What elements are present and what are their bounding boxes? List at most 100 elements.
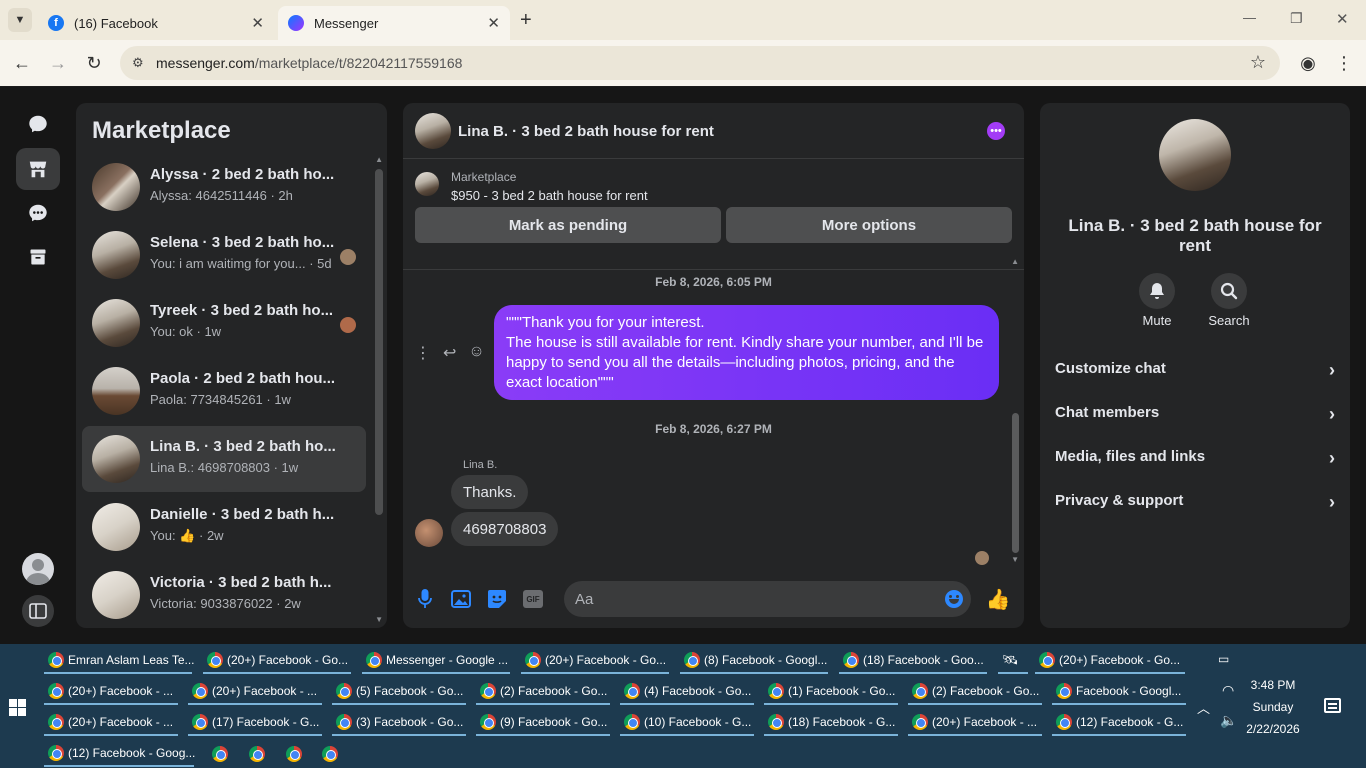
taskbar-app[interactable] bbox=[318, 741, 342, 767]
taskbar-app[interactable] bbox=[208, 741, 232, 767]
conversation-item[interactable]: Alyssa · 2 bed 2 bath ho... Alyssa: 4642… bbox=[82, 154, 366, 220]
sent-message-bubble[interactable]: """Thank you for your interest. The hous… bbox=[494, 305, 999, 400]
received-message-bubble[interactable]: Thanks. bbox=[451, 475, 529, 509]
conversation-item[interactable]: Paola · 2 bed 2 bath hou... Paola: 77348… bbox=[82, 358, 366, 424]
photo-icon[interactable] bbox=[450, 588, 472, 610]
chat-title[interactable]: Lina B. · 3 bed 2 bath house for rent bbox=[458, 123, 714, 140]
taskbar-app[interactable] bbox=[282, 741, 306, 767]
marketplace-icon[interactable] bbox=[16, 148, 60, 190]
chat-members-row[interactable]: Chat members › bbox=[1055, 404, 1335, 428]
taskbar-window[interactable]: (20+) Facebook - Go... bbox=[1035, 648, 1185, 674]
thumbs-up-icon[interactable]: 👍 bbox=[986, 588, 1011, 611]
sticker-icon[interactable] bbox=[486, 588, 508, 610]
volume-icon[interactable]: 🔈 bbox=[1220, 712, 1237, 729]
taskbar-window[interactable]: Emran Aslam Leas Te... bbox=[44, 648, 195, 674]
windows-start-icon[interactable] bbox=[9, 699, 26, 716]
close-window-button[interactable]: ✕ bbox=[1336, 10, 1349, 28]
taskbar-window[interactable]: (20+) Facebook - ... bbox=[908, 710, 1042, 736]
taskbar-window[interactable]: (20+) Facebook - ... bbox=[44, 679, 178, 705]
taskbar-window[interactable]: (2) Facebook - Go... bbox=[476, 679, 610, 705]
tab-facebook[interactable]: f (16) Facebook ✕ bbox=[38, 6, 274, 40]
profile-photo[interactable] bbox=[1159, 119, 1231, 191]
taskbar-window[interactable]: (3) Facebook - Go... bbox=[332, 710, 466, 736]
taskbar-window[interactable]: (20+) Facebook - Go... bbox=[203, 648, 351, 674]
more-dots-icon[interactable]: ⋮ bbox=[415, 343, 431, 363]
taskbar-window[interactable]: (17) Facebook - G... bbox=[188, 710, 322, 736]
wifi-icon[interactable]: ◠ bbox=[1222, 682, 1234, 699]
chat-panel: Lina B. · 3 bed 2 bath house for rent ••… bbox=[403, 103, 1024, 628]
back-arrow-icon[interactable]: ← bbox=[9, 50, 35, 76]
taskbar-window[interactable]: (9) Facebook - Go... bbox=[476, 710, 610, 736]
more-options-button[interactable]: More options bbox=[726, 207, 1012, 243]
system-clock[interactable]: 3:48 PM Sunday 2/22/2026 bbox=[1243, 674, 1303, 740]
scroll-up-arrow-icon[interactable]: ▲ bbox=[375, 155, 383, 164]
taskbar-window[interactable]: (18) Facebook - Goo... bbox=[839, 648, 987, 674]
search-icon[interactable] bbox=[1211, 273, 1247, 309]
scroll-up-arrow-icon[interactable]: ▲ bbox=[1011, 257, 1019, 266]
privacy-support-row[interactable]: Privacy & support › bbox=[1055, 492, 1335, 516]
scroll-down-arrow-icon[interactable]: ▼ bbox=[375, 615, 383, 624]
taskbar-window[interactable]: (2) Facebook - Go... bbox=[908, 679, 1042, 705]
close-icon[interactable]: ✕ bbox=[251, 14, 264, 32]
listing-thumbnail[interactable] bbox=[415, 172, 439, 196]
conversation-item[interactable]: Selena · 3 bed 2 bath ho... You: i am wa… bbox=[82, 222, 366, 288]
taskbar-window[interactable]: Messenger - Google ... bbox=[362, 648, 510, 674]
reload-icon[interactable]: ↻ bbox=[81, 50, 107, 76]
chats-icon[interactable] bbox=[16, 103, 60, 145]
message-requests-icon[interactable] bbox=[16, 192, 60, 234]
notifications-icon[interactable] bbox=[1324, 698, 1341, 713]
taskbar-window[interactable]: (20+) Facebook - ... bbox=[44, 710, 178, 736]
gif-icon[interactable]: GIF bbox=[522, 588, 544, 610]
taskbar-window[interactable]: (12) Facebook - Goog... bbox=[44, 741, 195, 767]
show-hidden-icons-chevron-up-icon[interactable]: ︿ bbox=[1197, 698, 1210, 717]
taskbar-window[interactable]: (20+) Facebook - Go... bbox=[521, 648, 669, 674]
battery-icon[interactable]: ▭ bbox=[1218, 652, 1229, 666]
listing-title[interactable]: $950 - 3 bed 2 bath house for rent bbox=[451, 188, 648, 203]
conversation-list-scrollbar[interactable] bbox=[375, 169, 383, 515]
received-message-bubble[interactable]: 4698708803 bbox=[451, 512, 559, 546]
reply-icon[interactable]: ↩ bbox=[443, 343, 456, 363]
taskbar-window[interactable]: (12) Facebook - G... bbox=[1052, 710, 1186, 736]
user-avatar-icon[interactable] bbox=[16, 548, 60, 590]
mark-as-pending-button[interactable]: Mark as pending bbox=[415, 207, 721, 243]
archive-icon[interactable] bbox=[16, 236, 60, 278]
tab-messenger[interactable]: Messenger ✕ bbox=[278, 6, 510, 40]
react-emoji-icon[interactable]: ☺ bbox=[468, 343, 484, 363]
restore-button[interactable]: ❐ bbox=[1290, 10, 1303, 27]
tab-search-button[interactable]: ▼ bbox=[8, 8, 32, 32]
profile-icon[interactable]: ◉ bbox=[1295, 50, 1321, 76]
customize-chat-row[interactable]: Customize chat › bbox=[1055, 360, 1335, 384]
star-icon[interactable]: ☆ bbox=[1250, 52, 1266, 73]
conversation-item[interactable]: Victoria · 3 bed 2 bath h... Victoria: 9… bbox=[82, 562, 366, 628]
emoji-icon[interactable] bbox=[943, 588, 965, 610]
message-input[interactable]: Aa bbox=[564, 581, 971, 617]
media-files-links-row[interactable]: Media, files and links › bbox=[1055, 448, 1335, 472]
conversation-item[interactable]: Danielle · 3 bed 2 bath h... You: 👍 · 2w bbox=[82, 494, 366, 560]
scroll-down-arrow-icon[interactable]: ▼ bbox=[1011, 555, 1019, 564]
taskbar-window[interactable]: (18) Facebook - G... bbox=[764, 710, 898, 736]
chat-avatar[interactable] bbox=[415, 113, 451, 149]
close-icon[interactable]: ✕ bbox=[487, 14, 500, 32]
forward-arrow-icon[interactable]: → bbox=[45, 50, 71, 76]
site-settings-icon[interactable]: ⚙ bbox=[132, 55, 144, 71]
microphone-icon[interactable] bbox=[414, 588, 436, 610]
taskbar-window[interactable]: (8) Facebook - Googl... bbox=[680, 648, 828, 674]
taskbar-window[interactable]: Facebook - Googl... bbox=[1052, 679, 1186, 705]
taskbar-window[interactable]: (20+) Facebook - ... bbox=[188, 679, 322, 705]
taskbar-window[interactable]: (10) Facebook - G... bbox=[620, 710, 754, 736]
mute-icon[interactable] bbox=[1139, 273, 1175, 309]
menu-dots-icon[interactable]: ⋮ bbox=[1331, 50, 1357, 76]
taskbar-app[interactable]: 🛰 bbox=[998, 648, 1028, 674]
toggle-sidebar-icon[interactable] bbox=[16, 590, 60, 632]
taskbar-window[interactable]: (4) Facebook - Go... bbox=[620, 679, 754, 705]
taskbar-window[interactable]: (5) Facebook - Go... bbox=[332, 679, 466, 705]
chat-scrollbar[interactable] bbox=[1012, 413, 1019, 553]
minimize-button[interactable]: — bbox=[1243, 10, 1256, 25]
taskbar-window[interactable]: (1) Facebook - Go... bbox=[764, 679, 898, 705]
new-tab-button[interactable]: + bbox=[520, 9, 532, 32]
taskbar-app[interactable] bbox=[245, 741, 269, 767]
conversation-item-selected[interactable]: Lina B. · 3 bed 2 bath ho... Lina B.: 46… bbox=[82, 426, 366, 492]
more-options-icon[interactable]: ••• bbox=[987, 122, 1005, 140]
address-bar[interactable]: ⚙ messenger.com /marketplace/t/822042117… bbox=[120, 46, 1280, 80]
conversation-item[interactable]: Tyreek · 3 bed 2 bath ho... You: ok · 1w bbox=[82, 290, 366, 356]
